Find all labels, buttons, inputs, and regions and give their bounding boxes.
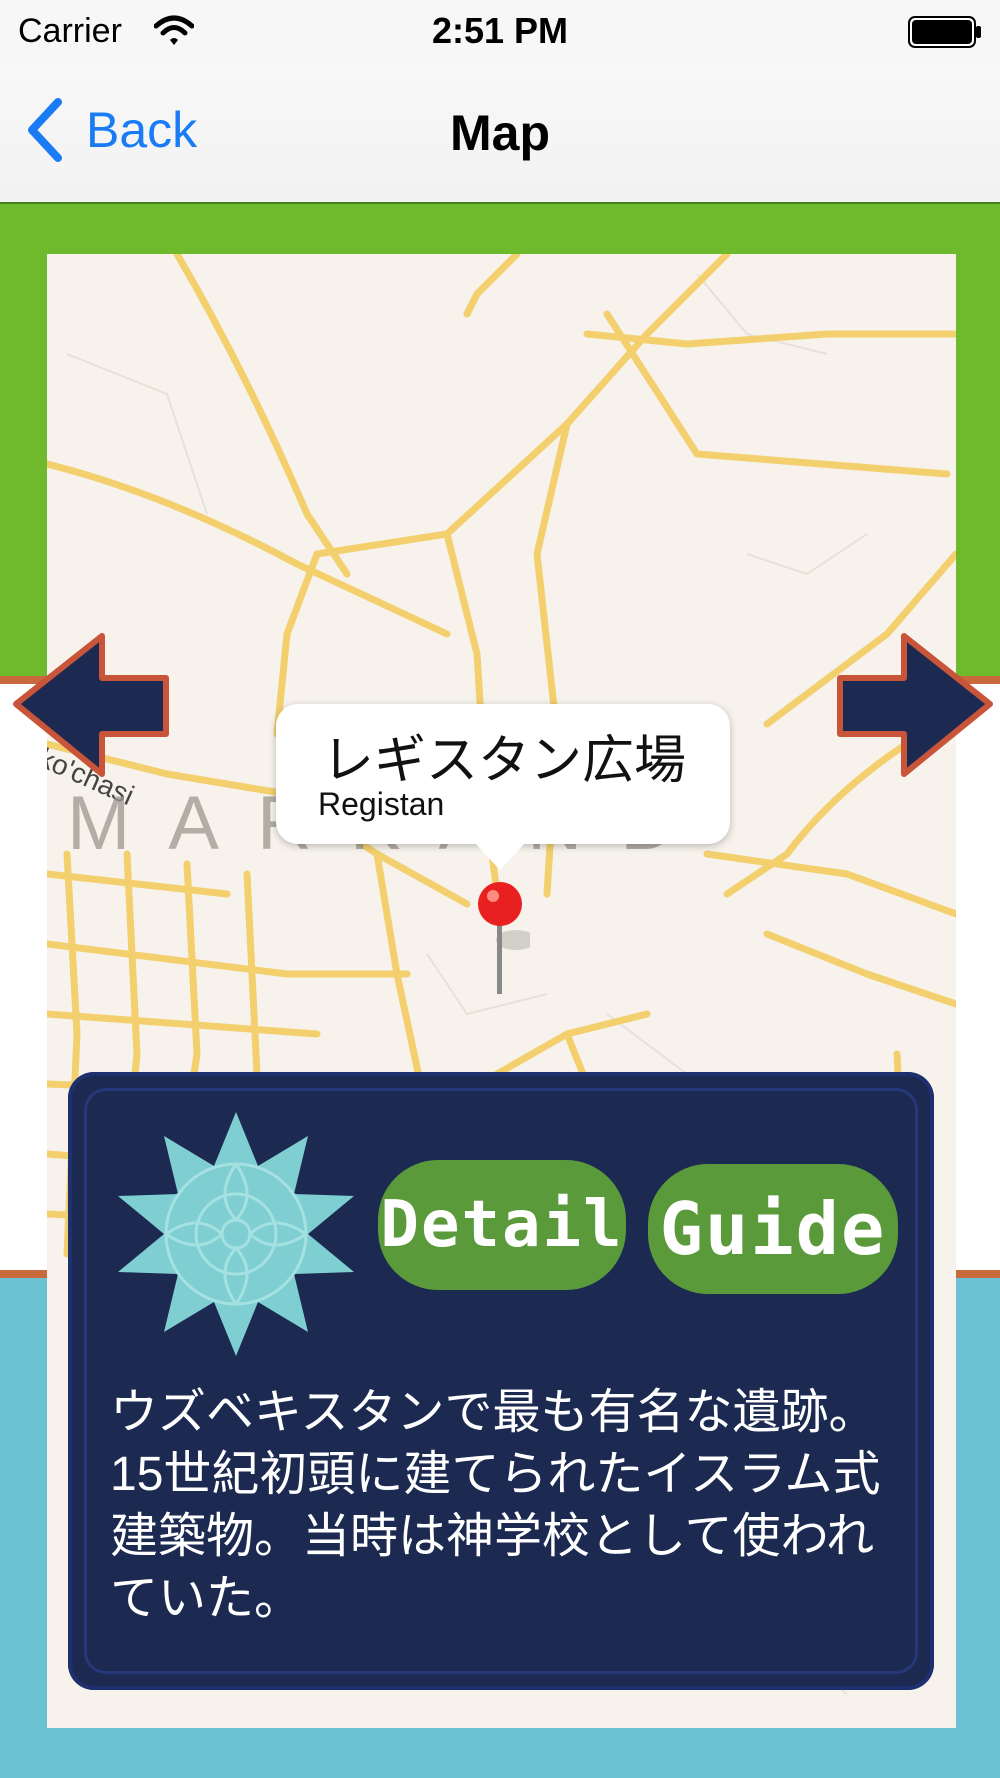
arrow-left-icon[interactable] [10, 630, 172, 780]
detail-button-label: Detail [380, 1188, 624, 1262]
navigation-bar: Back Map [0, 64, 1000, 204]
callout-title: レギスタン広場 [322, 732, 687, 790]
status-time: 2:51 PM [431, 10, 569, 51]
callout-subtitle: Registan [318, 786, 445, 822]
description-text: ウズベキスタンで最も有名な遺跡。15世紀初頭に建てられたイスラム式建築物。当時は… [110, 1386, 881, 1625]
map-callout[interactable]: レギスタン広場 Registan [276, 704, 730, 870]
detail-button[interactable]: Detail [378, 1160, 626, 1290]
status-bar: Carrier 2:51 PM [0, 0, 1000, 64]
page-title: Map [450, 105, 550, 161]
flower-rosette-icon [118, 1112, 354, 1356]
info-card: Detail Guide ウズベキスタンで最も有名な遺跡。15世紀初頭に建てられ… [68, 1072, 934, 1690]
guide-button-label: Guide [659, 1187, 887, 1271]
map-pin-icon[interactable] [470, 880, 530, 1000]
arrow-right-icon[interactable] [834, 630, 996, 780]
guide-button[interactable]: Guide [648, 1164, 898, 1294]
battery-icon [908, 16, 981, 48]
